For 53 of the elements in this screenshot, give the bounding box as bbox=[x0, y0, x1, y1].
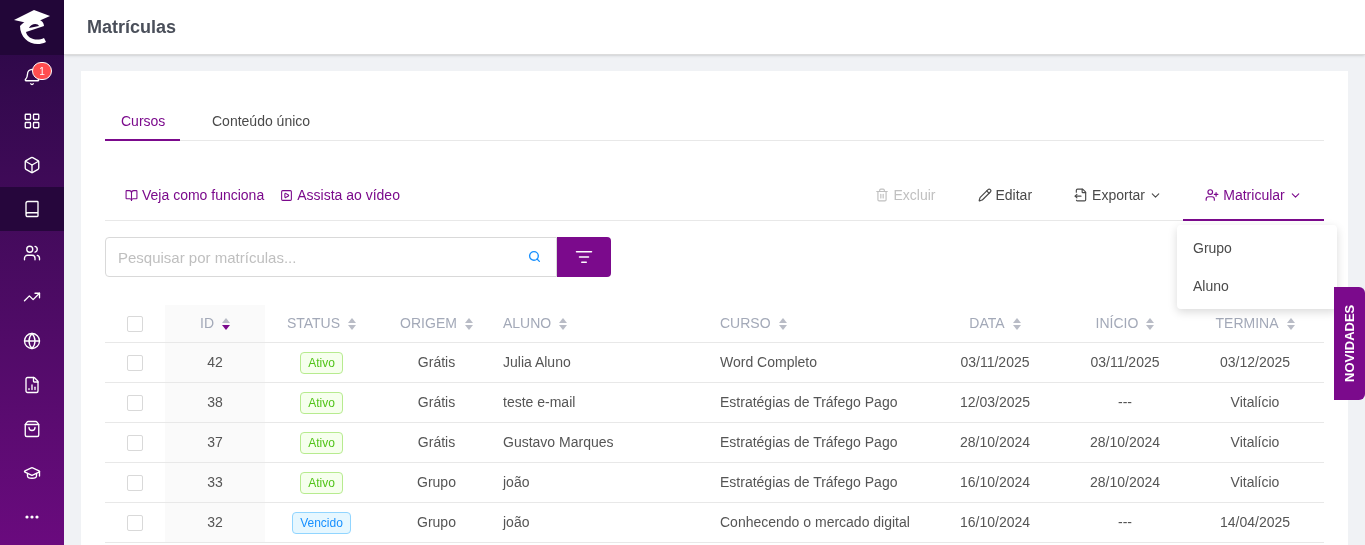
status-tag: Ativo bbox=[300, 391, 343, 414]
table-cell-text: 28/10/2024 bbox=[1089, 473, 1161, 492]
table-cell-text: 32 bbox=[207, 513, 223, 532]
status-tag: Ativo bbox=[300, 351, 343, 374]
table-cell-text: Word Completo bbox=[720, 353, 817, 372]
table-cell-text: 28/10/2024 bbox=[1089, 433, 1161, 452]
table-cell-text: joão bbox=[503, 473, 530, 492]
table-cell-text: Vitalício bbox=[1230, 393, 1280, 412]
table-cell-text: 16/10/2024 bbox=[959, 473, 1031, 492]
menu-item[interactable]: Aluno bbox=[1177, 275, 1337, 297]
table-cell-text: Vitalício bbox=[1230, 433, 1280, 452]
status-tag: Ativo bbox=[300, 431, 343, 454]
help-link[interactable]: Assista ao vídeo bbox=[280, 185, 400, 206]
table-cell-text: 16/10/2024 bbox=[959, 513, 1031, 532]
table-cell-text: 37 bbox=[207, 433, 223, 452]
table-cell-text: Grupo bbox=[417, 473, 456, 492]
table-cell-text: 03/11/2025 bbox=[1090, 353, 1160, 372]
table-cell-text: Grátis bbox=[417, 393, 456, 412]
table-cell-text: 33 bbox=[207, 473, 223, 492]
table-cell-text: 14/04/2025 bbox=[1219, 513, 1291, 532]
table-cell-text: Gustavo Marques bbox=[503, 433, 614, 452]
table-cell-text: 38 bbox=[207, 393, 223, 412]
status-tag: Ativo bbox=[300, 471, 343, 494]
toolbar-button[interactable]: Editar bbox=[956, 171, 1054, 221]
table-cell-text: Estratégias de Tráfego Pago bbox=[720, 393, 898, 412]
toolbar-button[interactable]: Exportar bbox=[1053, 171, 1183, 221]
table-cell-text: Estratégias de Tráfego Pago bbox=[720, 433, 898, 452]
search-field[interactable]: Pesquisar por matrículas... bbox=[105, 237, 557, 277]
table-cell-text: Grátis bbox=[417, 433, 456, 452]
table-cell-text: 28/10/2024 bbox=[959, 433, 1031, 452]
toolbar-button[interactable]: Matricular bbox=[1183, 171, 1324, 221]
table-cell-text: Estratégias de Tráfego Pago bbox=[720, 473, 898, 492]
table-cell-text: --- bbox=[1118, 513, 1132, 532]
menu-item[interactable]: Grupo bbox=[1177, 237, 1337, 259]
tab[interactable]: Conteúdo único bbox=[196, 104, 327, 141]
table-cell-text: teste e-mail bbox=[503, 393, 576, 412]
news-tab[interactable]: NOVIDADES bbox=[1334, 287, 1365, 400]
notification-badge: 1 bbox=[32, 62, 52, 80]
tab[interactable]: Cursos bbox=[105, 104, 180, 141]
table-cell-text: 03/11/2025 bbox=[960, 353, 1030, 372]
status-tag: Vencido bbox=[292, 511, 351, 534]
table-cell-text: 12/03/2025 bbox=[959, 393, 1031, 412]
table-cell-text: --- bbox=[1118, 393, 1132, 412]
page-title: Matrículas bbox=[87, 15, 177, 39]
table-cell-text: 42 bbox=[207, 353, 223, 372]
table-cell-text: Julia Aluno bbox=[503, 353, 571, 372]
table-cell-text: Grupo bbox=[417, 513, 456, 532]
table-cell-text: joão bbox=[503, 513, 530, 532]
table-cell-text: Vitalício bbox=[1230, 473, 1280, 492]
table-cell-text: Conhecendo o mercado digital bbox=[720, 513, 910, 532]
table-cell-text: Grátis bbox=[417, 353, 456, 372]
table-cell-text: 03/12/2025 bbox=[1219, 353, 1291, 372]
help-link[interactable]: Veja como funciona bbox=[125, 185, 265, 206]
